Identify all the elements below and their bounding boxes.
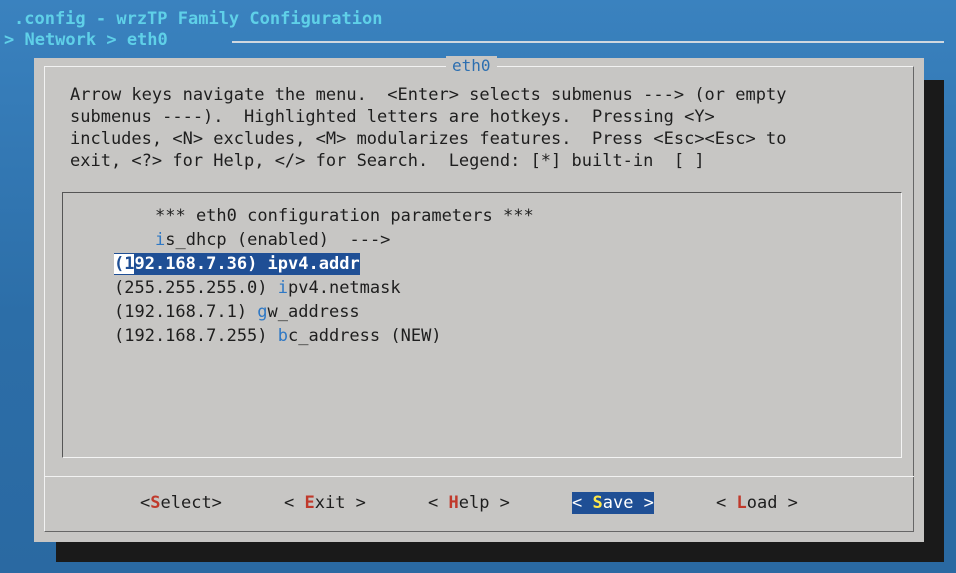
menuconfig-dialog: eth0 Arrow keys navigate the menu. <Ente…: [34, 56, 924, 542]
terminal-screen: .config - wrzTP Family Configuration > N…: [0, 0, 956, 573]
menu-list: *** eth0 configuration parameters *** is…: [62, 192, 902, 458]
help-line: exit, <?> for Help, </> for Search. Lege…: [70, 151, 705, 171]
breadcrumb-rule: [232, 41, 944, 43]
menu-item-label: pv4.netmask: [288, 278, 401, 298]
menu-item-label: w_address: [267, 302, 360, 322]
menu-comment: *** eth0 configuration parameters ***: [155, 206, 534, 226]
button-hotkey: S: [592, 493, 603, 513]
button-hotkey: H: [448, 493, 459, 513]
menu-item-value: 92.168.7.36): [134, 254, 268, 274]
save-button[interactable]: < Save >: [572, 492, 654, 514]
menu-item-label: c_address (NEW): [288, 326, 442, 346]
menu-item-label: s_dhcp (enabled) --->: [165, 230, 391, 250]
menu-item-bc-address[interactable]: (192.168.7.255) bc_address (NEW): [114, 325, 442, 347]
button-bar: <Select> < Exit > < Help > < Save > < Lo…: [34, 492, 924, 516]
menu-item-label: pv4.addr: [277, 254, 360, 274]
help-line: includes, <N> excludes, <M> modularizes …: [70, 129, 787, 149]
menu-item-is-dhcp[interactable]: is_dhcp (enabled) --->: [155, 229, 390, 251]
breadcrumb: > Network > eth0: [4, 30, 168, 50]
exit-button[interactable]: < Exit >: [284, 492, 366, 514]
button-hotkey: L: [736, 493, 747, 513]
select-button[interactable]: <Select>: [140, 492, 222, 514]
menu-item-ipv4-netmask[interactable]: (255.255.255.0) ipv4.netmask: [114, 277, 401, 299]
menu-item-hotkey: i: [155, 230, 166, 250]
menu-item-value: (255.255.255.0): [114, 278, 278, 298]
help-line: Arrow keys navigate the menu. <Enter> se…: [70, 85, 787, 105]
text-cursor: (1: [114, 254, 135, 274]
menu-item-hotkey: b: [277, 326, 289, 346]
menu-item-hotkey: i: [267, 254, 278, 274]
menu-item-value: (192.168.7.1): [114, 302, 258, 322]
help-text: Arrow keys navigate the menu. <Enter> se…: [70, 84, 786, 172]
button-hotkey: E: [304, 493, 315, 513]
help-line: submenus ----). Highlighted letters are …: [70, 107, 715, 127]
menu-item-ipv4-addr[interactable]: (192.168.7.36) ipv4.addr: [114, 253, 360, 275]
app-title: .config - wrzTP Family Configuration: [14, 9, 383, 29]
menu-item-value: (192.168.7.255): [114, 326, 278, 346]
button-hotkey: S: [150, 493, 161, 513]
help-button[interactable]: < Help >: [428, 492, 510, 514]
button-separator: [44, 476, 914, 477]
menu-item-hotkey: g: [257, 302, 268, 322]
menu-item-gw-address[interactable]: (192.168.7.1) gw_address: [114, 301, 360, 323]
load-button[interactable]: < Load >: [716, 492, 798, 514]
menu-item-hotkey: i: [277, 278, 289, 298]
dialog-title: eth0: [446, 56, 497, 76]
